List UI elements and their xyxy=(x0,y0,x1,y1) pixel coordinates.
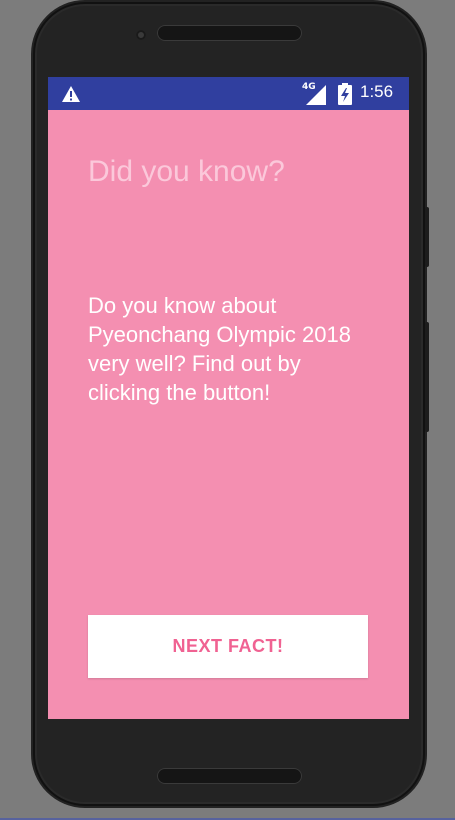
front-camera xyxy=(136,30,146,40)
app-screen: 4G 1:56 Did you know? Do you know about … xyxy=(48,77,409,719)
bottom-speaker xyxy=(157,768,302,784)
headline: Did you know? xyxy=(88,155,285,188)
fact-text: Do you know about Pyeonchang Olympic 201… xyxy=(88,293,351,405)
earpiece-speaker xyxy=(157,25,302,41)
battery-charging-icon xyxy=(338,83,352,105)
next-fact-button[interactable]: NEXT FACT! xyxy=(88,615,368,678)
status-bar: 4G 1:56 xyxy=(48,77,409,110)
signal-icon xyxy=(306,85,326,105)
status-time: 1:56 xyxy=(360,82,394,101)
power-button xyxy=(425,322,429,432)
warning-icon xyxy=(62,86,80,102)
volume-button xyxy=(425,207,429,267)
